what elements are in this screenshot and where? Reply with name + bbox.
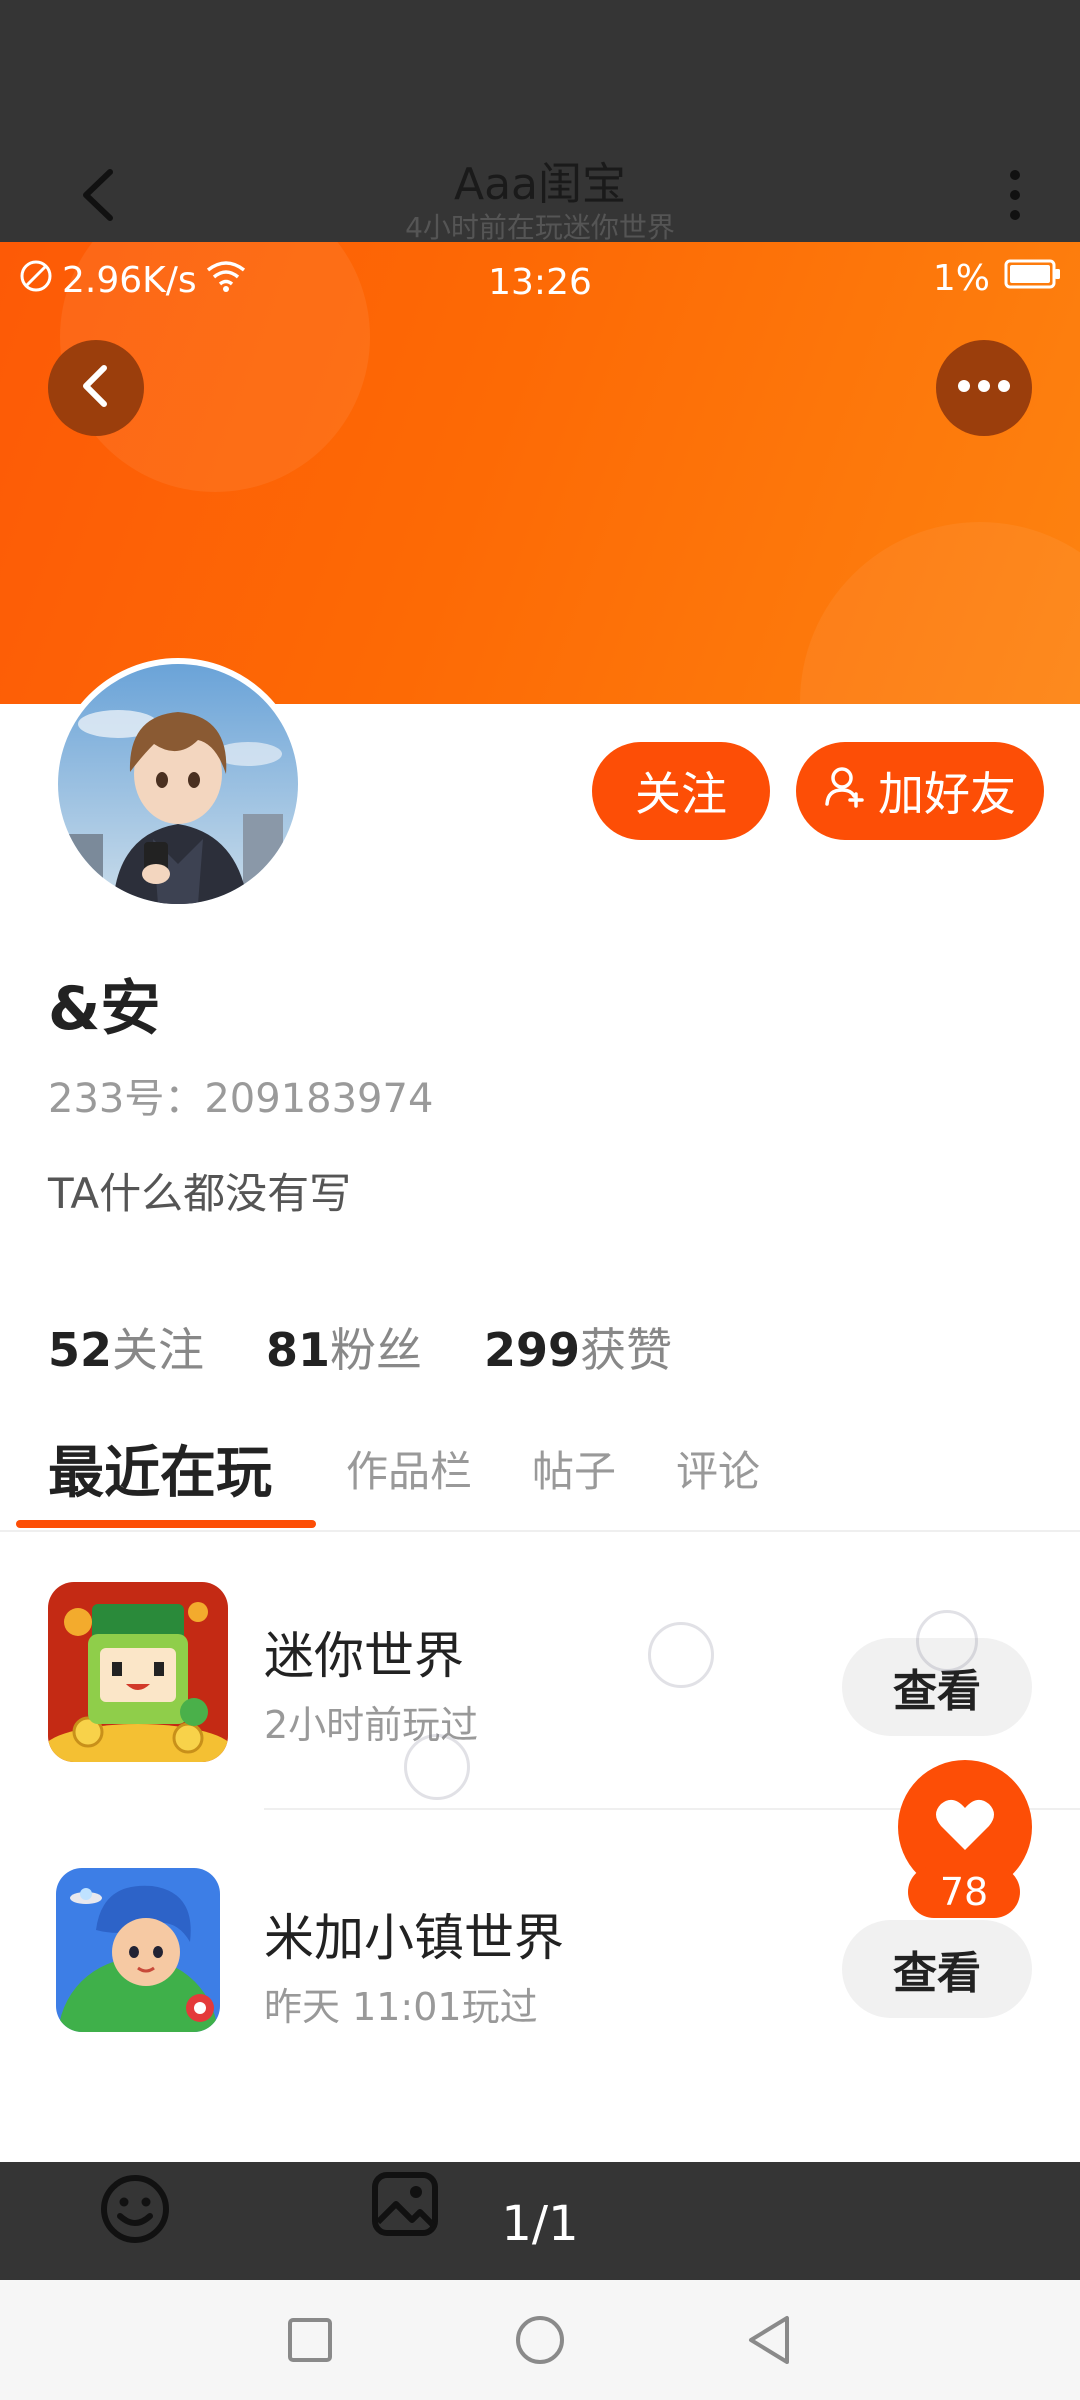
- recent-apps-icon[interactable]: [280, 2310, 340, 2370]
- top-header: Aaa闺宝 4小时前在玩迷你世界: [0, 0, 1080, 244]
- back-button[interactable]: [48, 340, 144, 436]
- view-button[interactable]: 查看: [842, 1920, 1032, 2018]
- profile-name: &安: [48, 974, 161, 1044]
- tab-recent-playing[interactable]: 最近在玩: [48, 1428, 272, 1509]
- add-friend-label: 加好友: [878, 767, 1016, 821]
- touch-ripple: [916, 1610, 978, 1672]
- touch-ripple: [648, 1622, 714, 1688]
- add-friend-button[interactable]: 加好友: [796, 742, 1044, 840]
- stat-followers[interactable]: 81粉丝: [266, 1314, 422, 1380]
- home-icon[interactable]: [510, 2310, 570, 2370]
- game-last-played: 昨天 11:01玩过: [264, 1985, 538, 2029]
- favorite-count-badge: 78: [908, 1866, 1020, 1918]
- mini-world-game-icon: [48, 1582, 228, 1762]
- profile-tabs: 最近在玩 作品栏 帖子 评论: [0, 1420, 1080, 1532]
- heart-icon: [935, 1798, 995, 1856]
- page-indicator: 1/1: [501, 2196, 579, 2252]
- header-more-icon[interactable]: [995, 165, 1035, 225]
- tab-posts[interactable]: 帖子: [532, 1438, 616, 1499]
- status-bar: 2.96K/s 13:26 1%: [0, 242, 1080, 322]
- miga-town-game-icon: [56, 1868, 220, 2032]
- clock: 13:26: [488, 262, 592, 303]
- nav-back-icon[interactable]: [740, 2310, 800, 2370]
- battery-percent: 1%: [932, 258, 990, 299]
- profile-stats: 52关注 81粉丝 299获赞: [48, 1314, 672, 1380]
- avatar[interactable]: [52, 658, 304, 910]
- back-arrow-icon: [74, 360, 118, 416]
- profile-bio: TA什么都没有写: [48, 1169, 352, 1218]
- active-tab-indicator: [16, 1520, 316, 1528]
- stat-likes[interactable]: 299获赞: [484, 1314, 672, 1380]
- game-name: 迷你世界: [264, 1627, 464, 1685]
- add-friend-icon: [824, 764, 868, 819]
- battery-icon: [1004, 258, 1062, 299]
- header-title: Aaa闺宝: [453, 159, 627, 210]
- tab-comments[interactable]: 评论: [676, 1438, 760, 1499]
- profile-uid: 233号：209183974: [48, 1076, 434, 1122]
- touch-ripple: [404, 1734, 470, 1800]
- follow-button[interactable]: 关注: [592, 742, 770, 840]
- system-nav-bar: [0, 2280, 1080, 2400]
- header-subtitle: 4小时前在玩迷你世界: [405, 211, 675, 244]
- more-dots-icon: [954, 376, 1014, 400]
- tab-works[interactable]: 作品栏: [346, 1438, 472, 1499]
- game-name: 米加小镇世界: [264, 1909, 564, 1967]
- follow-label: 关注: [635, 767, 727, 821]
- stat-following[interactable]: 52关注: [48, 1314, 204, 1380]
- more-options-button[interactable]: [936, 340, 1032, 436]
